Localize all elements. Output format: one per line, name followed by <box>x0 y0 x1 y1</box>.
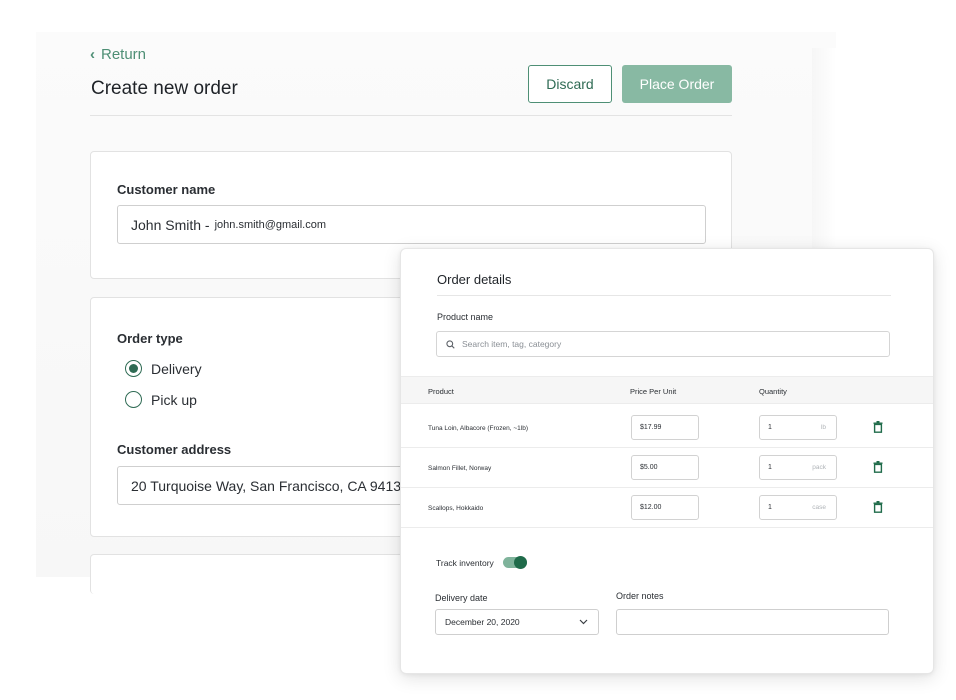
table-row: Tuna Loin, Albacore (Frozen, ~1lb) $17.9… <box>401 408 933 448</box>
quantity-unit: pack <box>812 464 826 471</box>
track-inventory-row: Track inventory <box>436 556 527 569</box>
customer-name-field[interactable]: John Smith - john.smith@gmail.com <box>117 205 706 244</box>
customer-email-value: john.smith@gmail.com <box>214 218 327 231</box>
track-inventory-toggle[interactable] <box>502 556 527 569</box>
radio-pickup[interactable]: Pick up <box>125 391 197 408</box>
order-notes-label: Order notes <box>616 591 664 601</box>
quantity-value: 1 <box>768 504 772 511</box>
customer-name-label: Customer name <box>117 182 216 197</box>
column-product: Product <box>428 387 454 396</box>
radio-delivery[interactable]: Delivery <box>125 360 202 377</box>
customer-address-label: Customer address <box>117 442 232 457</box>
place-order-button[interactable]: Place Order <box>622 65 732 103</box>
price-input[interactable]: $17.99 <box>631 415 699 440</box>
chevron-left-icon: ‹ <box>90 46 95 63</box>
quantity-input[interactable]: 1 case <box>759 495 837 520</box>
product-search-input[interactable]: Search item, tag, category <box>436 331 890 357</box>
table-row: Scallops, Hokkaido $12.00 1 case <box>401 488 933 528</box>
column-price: Price Per Unit <box>630 387 677 396</box>
chevron-down-icon <box>579 619 588 625</box>
price-input[interactable]: $5.00 <box>631 455 699 480</box>
trash-icon[interactable] <box>873 421 883 433</box>
order-type-label: Order type <box>117 331 183 346</box>
product-name: Salmon Fillet, Norway <box>428 465 492 472</box>
product-name: Scallops, Hokkaido <box>428 505 484 512</box>
quantity-input[interactable]: 1 pack <box>759 455 837 480</box>
quantity-unit: lb <box>820 424 826 431</box>
delivery-date-value: December 20, 2020 <box>445 617 520 627</box>
table-row: Salmon Fillet, Norway $5.00 1 pack <box>401 448 933 488</box>
trash-icon[interactable] <box>873 461 883 473</box>
order-details-title: Order details <box>437 272 512 287</box>
radio-unselected-icon <box>125 391 142 408</box>
quantity-unit: case <box>812 504 826 511</box>
discard-button[interactable]: Discard <box>528 65 612 103</box>
price-input[interactable]: $12.00 <box>631 495 699 520</box>
return-link[interactable]: ‹ Return <box>90 46 146 63</box>
radio-selected-icon <box>125 360 142 377</box>
page-title: Create new order <box>91 78 238 99</box>
order-details-divider <box>437 295 891 296</box>
order-notes-input[interactable] <box>616 609 889 635</box>
radio-pickup-label: Pick up <box>151 391 197 408</box>
column-quantity: Quantity <box>759 387 787 396</box>
delivery-date-label: Delivery date <box>435 593 488 603</box>
customer-name-value: John Smith - <box>131 216 210 233</box>
product-name: Tuna Loin, Albacore (Frozen, ~1lb) <box>428 425 529 432</box>
product-name-label: Product name <box>437 312 494 322</box>
quantity-input[interactable]: 1 lb <box>759 415 837 440</box>
search-icon <box>446 339 455 349</box>
quantity-value: 1 <box>768 424 772 431</box>
quantity-value: 1 <box>768 464 772 471</box>
customer-address-value: 20 Turquoise Way, San Francisco, CA 9413… <box>131 477 413 494</box>
radio-delivery-label: Delivery <box>151 360 202 377</box>
header-divider <box>90 115 732 116</box>
order-details-panel: Order details Product name Search item, … <box>400 248 934 674</box>
trash-icon[interactable] <box>873 501 883 513</box>
return-label: Return <box>101 46 147 63</box>
products-table-header: Product Price Per Unit Quantity <box>401 376 933 404</box>
track-inventory-label: Track inventory <box>436 557 494 568</box>
search-placeholder: Search item, tag, category <box>462 339 562 349</box>
delivery-date-select[interactable]: December 20, 2020 <box>435 609 599 635</box>
